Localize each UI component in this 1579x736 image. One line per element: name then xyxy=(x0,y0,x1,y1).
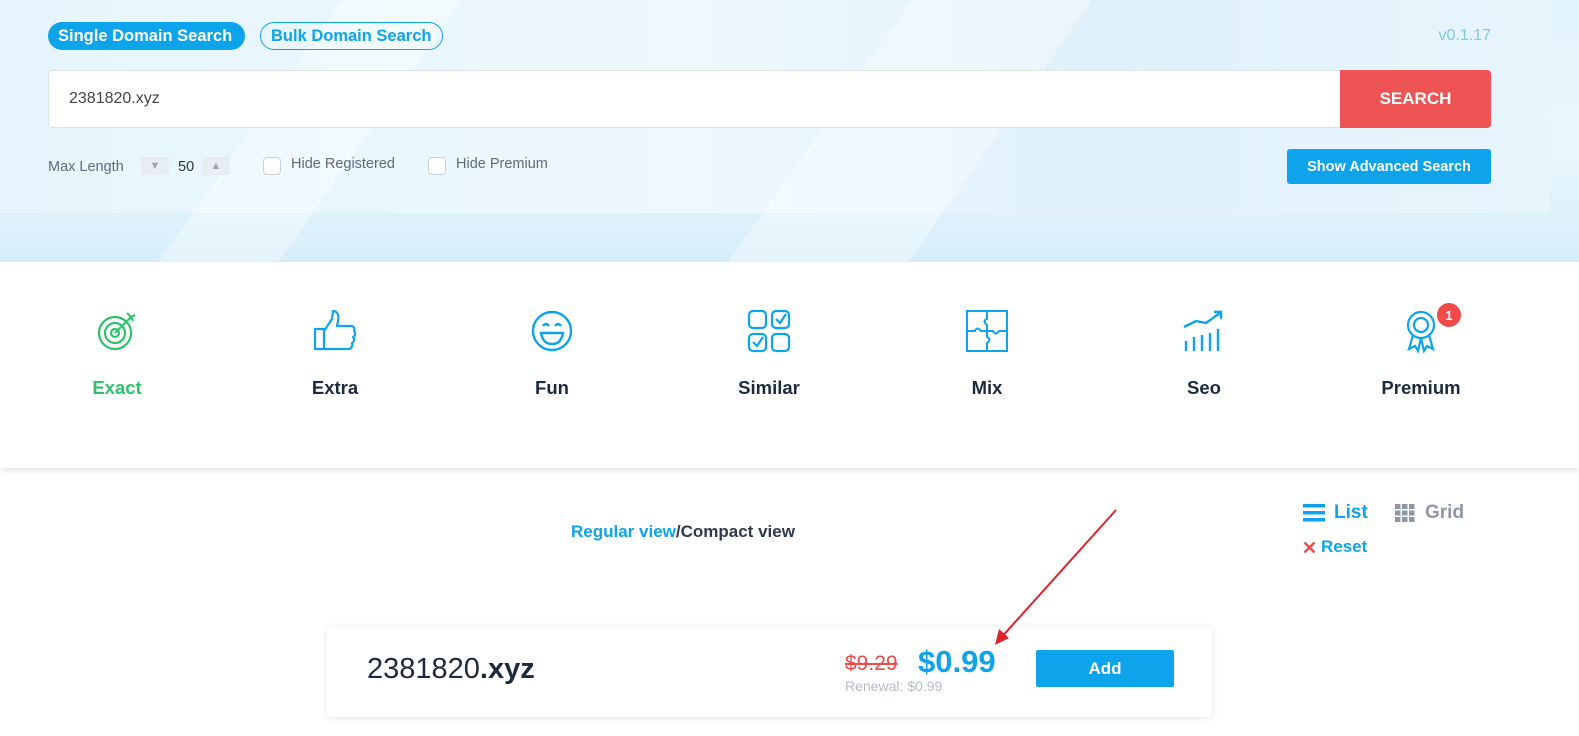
category-extra[interactable]: Extra xyxy=(235,307,435,399)
smiley-icon xyxy=(528,307,576,355)
category-fun[interactable]: Fun xyxy=(452,307,652,399)
max-length-label: Max Length xyxy=(48,159,124,175)
tab-single-domain-search[interactable]: Single Domain Search xyxy=(48,22,245,50)
sale-price: $0.99 xyxy=(918,644,996,679)
compact-view-link[interactable]: Compact view xyxy=(681,522,795,541)
grid-label: Grid xyxy=(1425,502,1465,523)
category-exact[interactable]: Exact xyxy=(17,307,217,399)
triangle-up-icon: ▲ xyxy=(210,160,222,172)
category-bar: Exact Extra Fun Similar Mix Seo 1 Premiu… xyxy=(0,262,1579,468)
checkbox-grid-icon xyxy=(745,307,793,355)
premium-count-badge: 1 xyxy=(1437,303,1461,327)
annotation-arrow xyxy=(995,509,1117,645)
list-layout-toggle[interactable]: List xyxy=(1303,502,1368,524)
domain-tld: .xyz xyxy=(479,653,535,685)
triangle-down-icon: ▼ xyxy=(149,160,161,172)
add-to-cart-button[interactable]: Add xyxy=(1036,650,1174,687)
award-ribbon-icon: 1 xyxy=(1397,303,1461,355)
category-label: Exact xyxy=(92,377,142,398)
chart-growth-icon xyxy=(1180,307,1228,355)
category-mix[interactable]: Mix xyxy=(887,307,1087,399)
list-icon xyxy=(1303,504,1325,522)
puzzle-icon xyxy=(963,307,1011,355)
decrease-max-length-button[interactable]: ▼ xyxy=(141,157,169,175)
original-price: $9.29 xyxy=(845,652,898,675)
reset-label: Reset xyxy=(1321,537,1368,556)
list-label: List xyxy=(1334,502,1368,523)
grid-layout-toggle[interactable]: Grid xyxy=(1395,502,1464,524)
hide-premium-label: Hide Premium xyxy=(456,156,548,172)
search-hero: Single Domain Search Bulk Domain Search … xyxy=(0,0,1579,262)
reset-button[interactable]: Reset xyxy=(1303,537,1367,557)
max-length-value[interactable]: 50 xyxy=(178,159,194,175)
version-label: v0.1.17 xyxy=(1438,27,1491,44)
category-label: Extra xyxy=(311,377,359,398)
search-button[interactable]: SEARCH xyxy=(1340,70,1491,128)
category-label: Mix xyxy=(971,377,1003,398)
category-label: Seo xyxy=(1187,377,1221,398)
target-icon xyxy=(93,307,141,355)
renewal-price: Renewal: $0.99 xyxy=(845,678,943,694)
category-similar[interactable]: Similar xyxy=(669,307,869,399)
regular-view-link[interactable]: Regular view xyxy=(571,522,676,541)
tab-bulk-domain-search[interactable]: Bulk Domain Search xyxy=(260,22,443,50)
hide-registered-checkbox[interactable] xyxy=(263,157,281,175)
category-label: Fun xyxy=(535,377,569,398)
view-switcher: Regular view/Compact view xyxy=(571,522,795,542)
category-label: Premium xyxy=(1381,377,1461,398)
category-seo[interactable]: Seo xyxy=(1104,307,1304,399)
domain-search-input[interactable]: 2381820.xyz xyxy=(48,70,1340,128)
increase-max-length-button[interactable]: ▲ xyxy=(202,157,230,175)
category-label: Similar xyxy=(738,377,800,398)
category-premium[interactable]: 1 Premium xyxy=(1321,303,1521,399)
thumbs-up-icon xyxy=(311,307,359,355)
hide-registered-label: Hide Registered xyxy=(291,156,395,172)
domain-name: 2381820.xyz xyxy=(367,653,535,686)
grid-icon xyxy=(1395,504,1415,522)
close-icon xyxy=(1303,541,1316,553)
hide-premium-checkbox[interactable] xyxy=(428,157,446,175)
domain-sld: 2381820 xyxy=(367,653,480,685)
show-advanced-search-button[interactable]: Show Advanced Search xyxy=(1287,149,1491,184)
